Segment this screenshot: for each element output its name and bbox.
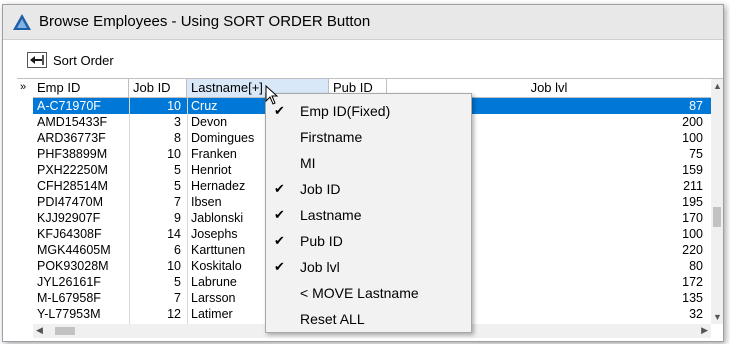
- menu-item[interactable]: ✔ Job ID: [266, 176, 471, 202]
- scroll-down-icon[interactable]: ▼: [713, 312, 722, 322]
- app-logo-icon: [13, 14, 31, 30]
- cell-emp-id: AMD15433F: [37, 115, 108, 129]
- cell-job-id: 8: [174, 131, 181, 145]
- cell-emp-id: M-L67958F: [37, 291, 101, 305]
- menu-item[interactable]: ✔ Job lvl: [266, 254, 471, 280]
- cell-emp-id: ARD36773F: [37, 131, 106, 145]
- cell-job-id: 6: [174, 243, 181, 257]
- cell-emp-id: A-C71970F: [37, 99, 101, 113]
- cell-job-id: 7: [174, 291, 181, 305]
- menu-item-label: Firstname: [300, 129, 363, 145]
- menu-item-label: < MOVE Lastname: [300, 285, 419, 301]
- cell-job-id: 7: [174, 195, 181, 209]
- cell-job-id: 10: [167, 147, 181, 161]
- cell-job-id: 10: [167, 259, 181, 273]
- menu-item[interactable]: Firstname: [266, 124, 471, 150]
- cell-emp-id: PHF38899M: [37, 147, 108, 161]
- row-indicator-gutter: »: [17, 79, 33, 324]
- menu-item[interactable]: < MOVE Lastname: [266, 280, 471, 306]
- column-header-emp-id[interactable]: Emp ID: [33, 79, 129, 97]
- cell-emp-id: KJJ92907F: [37, 211, 101, 225]
- menu-item-label: MI: [300, 155, 316, 171]
- cell-emp-id: MGK44605M: [37, 243, 111, 257]
- toolbar: Sort Order: [3, 40, 723, 76]
- menu-item-label: Pub ID: [300, 233, 343, 249]
- menu-item[interactable]: ✔ Emp ID(Fixed): [266, 98, 471, 124]
- menu-item[interactable]: ✔ Pub ID: [266, 228, 471, 254]
- sort-order-button[interactable]: Sort Order: [27, 50, 114, 70]
- window-title: Browse Employees - Using SORT ORDER Butt…: [39, 13, 371, 30]
- cell-emp-id: POK93028M: [37, 259, 109, 273]
- menu-item-label: Job lvl: [300, 259, 340, 275]
- cell-job-id: 5: [174, 163, 181, 177]
- sort-order-label: Sort Order: [53, 52, 114, 68]
- menu-item-label: Emp ID(Fixed): [300, 103, 391, 119]
- menu-item-label: Lastname: [300, 207, 362, 223]
- checkmark-icon: ✔: [274, 233, 285, 248]
- cell-emp-id: Y-L77953M: [37, 307, 101, 321]
- cell-job-id: 3: [174, 115, 181, 129]
- column-divider: [187, 98, 188, 324]
- vertical-scroll-thumb[interactable]: [713, 207, 721, 227]
- cell-emp-id: JYL26161F: [37, 275, 101, 289]
- cell-job-id: 14: [167, 227, 181, 241]
- cell-emp-id: CFH28514M: [37, 179, 108, 193]
- scroll-up-icon[interactable]: ▲: [713, 81, 722, 91]
- column-header-job-id[interactable]: Job ID: [129, 79, 187, 97]
- menu-item[interactable]: Reset ALL: [266, 306, 471, 332]
- title-bar: Browse Employees - Using SORT ORDER Butt…: [3, 5, 723, 40]
- menu-item-label: Job ID: [300, 181, 341, 197]
- cell-emp-id: PXH22250M: [37, 163, 108, 177]
- checkmark-icon: ✔: [274, 207, 285, 222]
- menu-item-label: Reset ALL: [300, 311, 365, 327]
- vertical-scrollbar[interactable]: ▲ ▼: [711, 79, 723, 324]
- current-row-indicator: »: [20, 81, 27, 93]
- cell-emp-id: KFJ64308F: [37, 227, 102, 241]
- menu-item[interactable]: ✔ Lastname: [266, 202, 471, 228]
- cell-job-id: 9: [174, 211, 181, 225]
- scroll-left-icon[interactable]: ◀: [36, 325, 43, 336]
- browse-employees-window: Browse Employees - Using SORT ORDER Butt…: [2, 4, 724, 342]
- cell-job-id: 10: [167, 99, 181, 113]
- scroll-right-icon[interactable]: ▶: [701, 325, 708, 336]
- column-divider: [129, 98, 130, 324]
- menu-item[interactable]: MI: [266, 150, 471, 176]
- arrow-left-icon: [27, 52, 47, 68]
- horizontal-scroll-thumb[interactable]: [55, 327, 75, 335]
- cell-job-id: 5: [174, 179, 181, 193]
- checkmark-icon: ✔: [274, 181, 285, 196]
- cell-job-id: 12: [167, 307, 181, 321]
- cell-emp-id: PDI47470M: [37, 195, 104, 209]
- checkmark-icon: ✔: [274, 259, 285, 274]
- column-context-menu: ✔ Emp ID(Fixed) Firstname MI ✔ Job ID ✔ Lastnam…: [265, 93, 472, 333]
- mouse-pointer-icon: [265, 85, 279, 105]
- cell-job-id: 5: [174, 275, 181, 289]
